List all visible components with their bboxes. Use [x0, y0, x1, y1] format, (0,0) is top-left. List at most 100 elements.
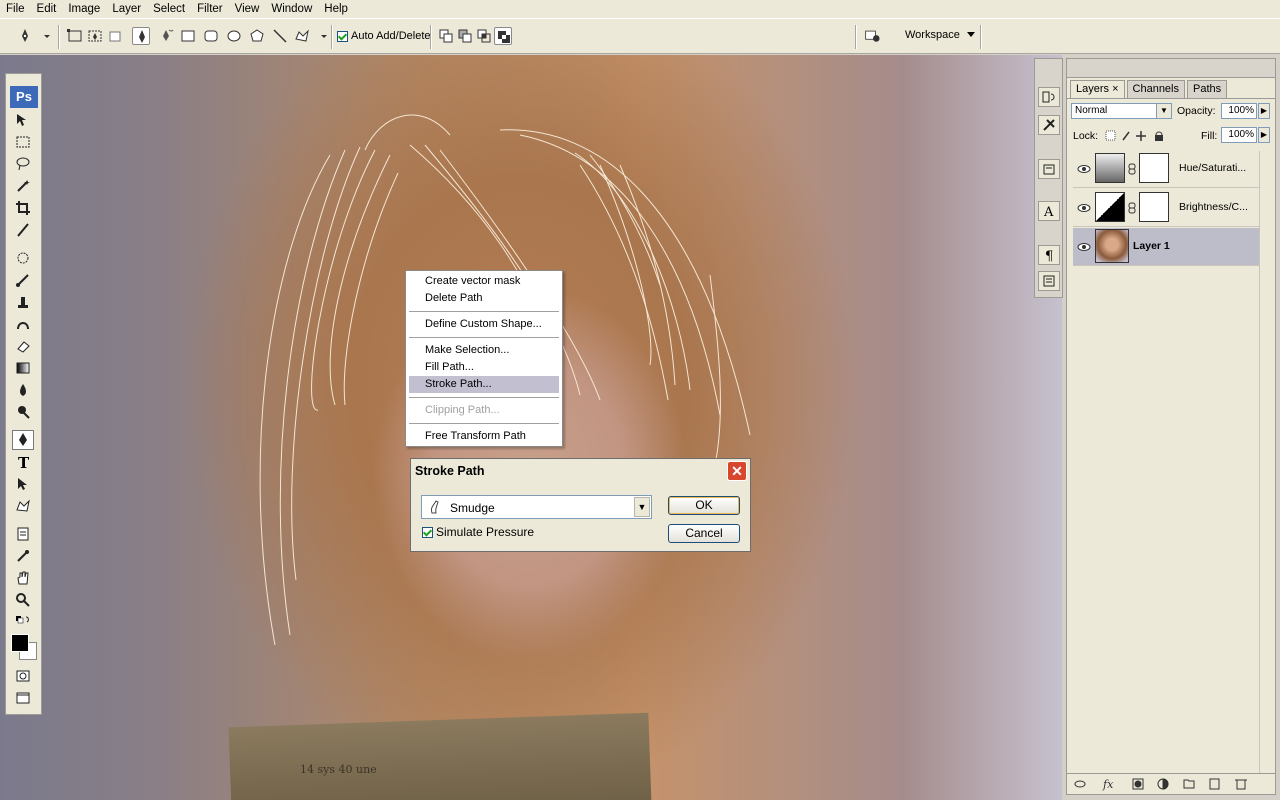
- rectangle-shape-icon[interactable]: [179, 27, 197, 45]
- custom-shape-tool-icon[interactable]: [12, 496, 34, 516]
- hand-tool-icon[interactable]: [12, 568, 34, 588]
- fill-pixels-icon[interactable]: [106, 27, 124, 45]
- crop-tool-icon[interactable]: [12, 198, 34, 218]
- default-colors-icon[interactable]: [12, 614, 34, 628]
- tab-layers[interactable]: Layers ×: [1070, 80, 1125, 98]
- gradient-tool-icon[interactable]: [12, 358, 34, 378]
- actions-panel-icon[interactable]: [1038, 115, 1060, 135]
- pen-tool-option-icon[interactable]: [132, 27, 150, 45]
- workspace-menu[interactable]: Workspace: [905, 29, 976, 41]
- visibility-eye-icon[interactable]: [1077, 240, 1091, 254]
- zoom-tool-icon[interactable]: [12, 590, 34, 610]
- simulate-pressure-check[interactable]: [422, 526, 433, 538]
- panel-title-strip[interactable]: [1067, 59, 1275, 78]
- rounded-rectangle-icon[interactable]: [202, 27, 220, 45]
- tool-dropdown-icon[interactable]: ▼: [634, 497, 650, 517]
- eyedropper-icon[interactable]: [12, 546, 34, 566]
- chain-link-icon[interactable]: [1128, 202, 1136, 214]
- character-panel-icon[interactable]: A: [1038, 201, 1060, 221]
- shape-layers-icon[interactable]: [66, 27, 84, 45]
- bridge-icon[interactable]: [864, 27, 886, 45]
- menu-stroke-path[interactable]: Stroke Path...: [409, 376, 559, 393]
- dialog-title[interactable]: Stroke Path: [411, 459, 750, 483]
- layer-row-hue-saturation[interactable]: Hue/Saturati...: [1073, 150, 1259, 188]
- exclude-overlap-icon[interactable]: [494, 27, 512, 45]
- chain-link-icon[interactable]: [1128, 163, 1136, 175]
- visibility-eye-icon[interactable]: [1077, 162, 1091, 176]
- clone-stamp-icon[interactable]: [12, 292, 34, 312]
- menu-delete-path[interactable]: Delete Path: [409, 290, 559, 307]
- add-to-path-icon[interactable]: [437, 27, 455, 45]
- cancel-button[interactable]: Cancel: [668, 524, 740, 543]
- tab-paths[interactable]: Paths: [1187, 80, 1228, 98]
- menu-file[interactable]: File: [0, 0, 31, 18]
- polygon-shape-icon[interactable]: [248, 27, 266, 45]
- history-brush-icon[interactable]: [12, 314, 34, 334]
- pen-tool-icon[interactable]: [12, 430, 34, 450]
- pen-tool-preset-icon[interactable]: [16, 27, 34, 45]
- menu-layer[interactable]: Layer: [106, 0, 147, 18]
- fill-arrow-icon[interactable]: ▶: [1258, 127, 1270, 143]
- ok-button[interactable]: OK: [668, 496, 740, 515]
- foreground-color-swatch[interactable]: [11, 634, 29, 652]
- history-panel-icon[interactable]: [1038, 87, 1060, 107]
- lasso-tool-icon[interactable]: [12, 154, 34, 174]
- type-tool-icon[interactable]: T: [12, 452, 34, 472]
- visibility-eye-icon[interactable]: [1077, 201, 1091, 215]
- menu-edit[interactable]: Edit: [31, 0, 63, 18]
- freeform-pen-icon[interactable]: [157, 27, 175, 45]
- menu-create-vector-mask[interactable]: Create vector mask: [409, 273, 559, 290]
- shape-dropdown-icon[interactable]: [315, 27, 327, 45]
- menu-fill-path[interactable]: Fill Path...: [409, 359, 559, 376]
- ellipse-shape-icon[interactable]: [225, 27, 243, 45]
- simulate-pressure-checkbox[interactable]: Simulate Pressure: [422, 525, 534, 539]
- brush-tool-icon[interactable]: [12, 270, 34, 290]
- opacity-arrow-icon[interactable]: ▶: [1258, 103, 1270, 119]
- blend-mode-select[interactable]: Normal ▼: [1071, 103, 1172, 119]
- slice-tool-icon[interactable]: [12, 220, 34, 240]
- quick-mask-icon[interactable]: [12, 666, 34, 686]
- move-tool-icon[interactable]: [12, 110, 34, 130]
- auto-add-delete-check[interactable]: [337, 30, 348, 42]
- lock-options-icons[interactable]: [1105, 130, 1167, 142]
- magic-wand-icon[interactable]: [12, 176, 34, 196]
- menu-window[interactable]: Window: [265, 0, 318, 18]
- menu-free-transform-path[interactable]: Free Transform Path: [409, 428, 559, 445]
- marquee-tool-icon[interactable]: [12, 132, 34, 152]
- menu-image[interactable]: Image: [62, 0, 106, 18]
- eraser-tool-icon[interactable]: [12, 336, 34, 356]
- layer-comps-icon[interactable]: [1038, 271, 1060, 291]
- path-selection-icon[interactable]: [12, 474, 34, 494]
- close-icon[interactable]: ✕: [727, 461, 747, 481]
- blur-tool-icon[interactable]: [12, 380, 34, 400]
- opacity-input[interactable]: 100%: [1221, 103, 1257, 119]
- mask-thumbnail[interactable]: [1139, 192, 1169, 222]
- fill-input[interactable]: 100%: [1221, 127, 1257, 143]
- line-shape-icon[interactable]: [271, 27, 289, 45]
- mask-thumbnail[interactable]: [1139, 153, 1169, 183]
- layer-row-brightness-contrast[interactable]: Brightness/C...: [1073, 189, 1259, 227]
- menu-help[interactable]: Help: [318, 0, 354, 18]
- tool-presets-icon[interactable]: [1038, 159, 1060, 179]
- menu-view[interactable]: View: [229, 0, 266, 18]
- paragraph-panel-icon[interactable]: ¶: [1038, 245, 1060, 265]
- tab-channels[interactable]: Channels: [1126, 80, 1185, 98]
- custom-shape-icon[interactable]: [293, 27, 311, 45]
- dodge-tool-icon[interactable]: [12, 402, 34, 422]
- paths-mode-icon[interactable]: [86, 27, 104, 45]
- intersect-path-icon[interactable]: [475, 27, 493, 45]
- menu-filter[interactable]: Filter: [191, 0, 229, 18]
- healing-brush-icon[interactable]: [12, 248, 34, 268]
- menu-make-selection[interactable]: Make Selection...: [409, 342, 559, 359]
- screen-mode-icon[interactable]: [12, 688, 34, 708]
- layers-scrollbar[interactable]: [1259, 151, 1274, 773]
- auto-add-delete-checkbox[interactable]: Auto Add/Delete: [337, 30, 431, 42]
- layer-row-layer-1[interactable]: Layer 1: [1073, 228, 1259, 266]
- subtract-path-icon[interactable]: [456, 27, 474, 45]
- layer-actions-icons[interactable]: fx: [1067, 774, 1275, 794]
- notes-tool-icon[interactable]: [12, 524, 34, 544]
- menu-select[interactable]: Select: [147, 0, 191, 18]
- menu-define-custom-shape[interactable]: Define Custom Shape...: [409, 316, 559, 333]
- tool-select[interactable]: Smudge ▼: [421, 495, 652, 519]
- preset-dropdown-icon[interactable]: [38, 27, 50, 45]
